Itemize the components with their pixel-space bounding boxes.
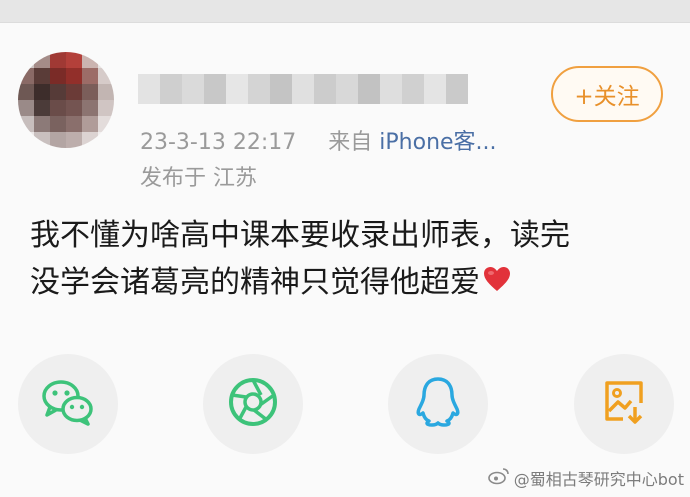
post-text-line-1: 我不懂为啥高中课本要收录出师表，读完 — [30, 218, 570, 253]
save-image-icon — [599, 377, 649, 431]
watermark-text: @蜀相古琴研究中心bot — [513, 470, 684, 489]
avatar[interactable] — [18, 52, 114, 148]
moments-icon — [227, 376, 279, 432]
share-save-image-button[interactable] — [574, 354, 674, 454]
share-wechat-button[interactable] — [18, 354, 118, 454]
wechat-icon — [40, 377, 96, 431]
watermark: @蜀相古琴研究中心bot — [487, 466, 684, 490]
post-location: 发布于 江苏 — [140, 166, 257, 191]
post-text-line-2: 没学会诸葛亮的精神只觉得他超爱 — [30, 259, 660, 307]
post-text: 我不懂为啥高中课本要收录出师表，读完 没学会诸葛亮的精神只觉得他超爱 — [30, 212, 660, 307]
heart-emoji-icon — [482, 260, 512, 307]
weibo-logo-icon — [487, 467, 510, 489]
source-link[interactable]: iPhone客... — [379, 130, 496, 155]
post-meta: 23-3-13 22:17 来自 iPhone客... — [140, 128, 497, 158]
follow-button[interactable]: +关注 — [551, 66, 663, 122]
share-moments-button[interactable] — [203, 354, 303, 454]
source-prefix: 来自 — [328, 130, 373, 155]
share-qq-button[interactable] — [388, 354, 488, 454]
username-blurred[interactable] — [138, 74, 468, 104]
timestamp: 23-3-13 22:17 — [140, 130, 297, 155]
qq-icon — [413, 375, 463, 433]
top-strip — [0, 0, 690, 22]
post-text-line-2-content: 没学会诸葛亮的精神只觉得他超爱 — [30, 265, 480, 300]
